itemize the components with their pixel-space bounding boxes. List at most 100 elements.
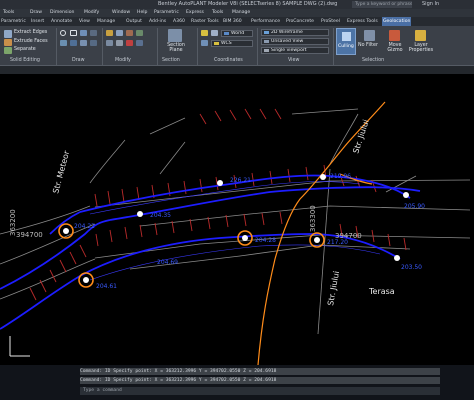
move-gizmo-icon [389, 30, 400, 41]
tab-performance[interactable]: Performance [250, 17, 281, 26]
panel-divider [56, 28, 57, 65]
elevation-label: 217.20 [327, 239, 348, 246]
menu-item[interactable]: Express [186, 9, 204, 17]
tab-bim360[interactable]: BIM 360 [222, 17, 243, 26]
sign-in-link[interactable]: Sign In [422, 0, 439, 9]
ucs-icon[interactable] [201, 30, 208, 36]
rectangle-icon[interactable] [70, 30, 77, 36]
tab-insert[interactable]: Insert [30, 17, 45, 26]
elevation-label: 204.28 [255, 237, 276, 244]
elevation-label: 205.90 [404, 203, 425, 210]
section-panel-label: Section [162, 58, 180, 63]
circle-icon[interactable] [60, 30, 66, 36]
menu-item[interactable]: Tools [3, 9, 14, 17]
named-view-dropdown[interactable]: Unsaved View [261, 38, 329, 45]
point-marker[interactable] [217, 180, 223, 186]
tab-raster-tools[interactable]: Raster Tools [190, 17, 220, 26]
section-plane-button[interactable]: Section Plane [166, 43, 186, 53]
line-icon[interactable] [70, 40, 77, 46]
rotate-icon[interactable] [116, 30, 123, 36]
tab-annotate[interactable]: Annotate [50, 17, 73, 26]
viewport-dropdown[interactable]: Single viewport [261, 47, 329, 54]
extrude-faces-button[interactable]: Extrude Faces [14, 39, 48, 45]
drawing-svg: 226.21 204.35 219.96 204.22 204.69 204.2… [0, 101, 471, 365]
move-icon[interactable] [106, 30, 113, 36]
panel-divider [102, 28, 103, 65]
point-marker[interactable] [403, 192, 409, 198]
command-input[interactable]: Type a command [80, 387, 440, 395]
hatch-icon[interactable] [60, 40, 67, 46]
point-marker[interactable] [394, 255, 400, 261]
ucs-dropdown[interactable]: World [221, 30, 253, 37]
tab-view[interactable]: View [78, 17, 91, 26]
ribbon-tabs: Parametric Insert Annotate View Manage O… [0, 17, 474, 26]
wcs-dropdown[interactable]: WCS [211, 40, 253, 47]
separate-icon [4, 47, 12, 54]
drawing-canvas[interactable]: 226.21 204.35 219.96 204.22 204.69 204.2… [0, 74, 474, 365]
ucs-value: World [231, 31, 245, 36]
menu-item[interactable]: Tools [212, 9, 223, 17]
panel-divider [197, 28, 198, 65]
coordinates-panel-label: Coordinates [214, 58, 243, 63]
menu-item[interactable]: Help [137, 9, 147, 17]
menu-item[interactable]: Modify [84, 9, 99, 17]
point-marker[interactable] [137, 211, 143, 217]
extrude-faces-icon [4, 39, 12, 46]
spline-icon[interactable] [80, 40, 87, 46]
street-label-jiului-north: Str. Jiului [351, 119, 370, 155]
menu-item[interactable]: Window [112, 9, 130, 17]
grid-label: 394700 [335, 232, 362, 240]
ribbon-panel: Extract Edges Extrude Faces Separate Sol… [0, 26, 474, 66]
selection-panel-label: Selection [362, 58, 385, 63]
command-history-line: Command: ID Specify point: X = 363212.39… [80, 368, 440, 375]
panel-divider [333, 28, 334, 65]
erase-icon[interactable] [126, 40, 133, 46]
tab-manage[interactable]: Manage [96, 17, 116, 26]
search-input[interactable]: Type a keyword or phrase [352, 1, 412, 8]
elevation-label: 204.35 [150, 212, 171, 219]
tab-addins[interactable]: Add-ins [148, 17, 167, 26]
draw-panel-label: Draw [72, 58, 85, 63]
layer-properties-button[interactable]: Layer Properties [408, 43, 434, 53]
menu-item[interactable]: Parametric [154, 9, 179, 17]
point-marker[interactable] [314, 237, 320, 243]
tab-parametric[interactable]: Parametric [0, 17, 27, 26]
ucs-named-icon[interactable] [201, 40, 208, 46]
tab-a360[interactable]: A360 [172, 17, 186, 26]
move-gizmo-dropdown[interactable]: Move Gizmo [386, 43, 404, 53]
elevation-label: 204.22 [74, 223, 95, 230]
point-marker[interactable] [83, 277, 89, 283]
street-label-jiului-south: Str. Jiului [326, 270, 341, 306]
fillet-icon[interactable] [116, 40, 123, 46]
ucs-axis-icon [9, 336, 30, 357]
mirror-icon[interactable] [106, 40, 113, 46]
arc-icon[interactable] [90, 30, 97, 36]
culling-button[interactable]: Culling [336, 28, 356, 55]
ucs-origin-icon[interactable] [211, 30, 218, 36]
elevation-label: 226.21 [230, 177, 251, 184]
point-marker[interactable] [63, 228, 69, 234]
section-ticks [29, 108, 407, 301]
point-marker[interactable] [242, 235, 248, 241]
menu-item[interactable]: Manage [232, 9, 250, 17]
trim-icon[interactable] [126, 30, 133, 36]
no-filter-dropdown[interactable]: No Filter [358, 43, 378, 49]
modify-panel-label: Modify [115, 58, 131, 63]
array-icon[interactable] [136, 40, 143, 46]
menu-item[interactable]: Dimension [50, 9, 74, 17]
tab-output[interactable]: Output [125, 17, 143, 26]
tab-proconcrete[interactable]: ProConcrete [285, 17, 315, 26]
polyline-icon[interactable] [80, 30, 87, 36]
tab-express-tools[interactable]: Express Tools [346, 17, 379, 26]
menu-item[interactable]: Draw [30, 9, 42, 17]
point-marker[interactable] [320, 174, 326, 180]
panel-divider [157, 28, 158, 65]
copy-icon[interactable] [136, 30, 143, 36]
filter-icon [364, 30, 375, 41]
separate-button[interactable]: Separate [14, 47, 36, 53]
tab-geolocation[interactable]: Geolocation [382, 17, 412, 26]
ellipse-icon[interactable] [90, 40, 97, 46]
visual-style-dropdown[interactable]: 2D Wireframe [261, 29, 329, 36]
tab-prosteel[interactable]: ProSteel [320, 17, 341, 26]
extract-edges-button[interactable]: Extract Edges [14, 30, 47, 36]
